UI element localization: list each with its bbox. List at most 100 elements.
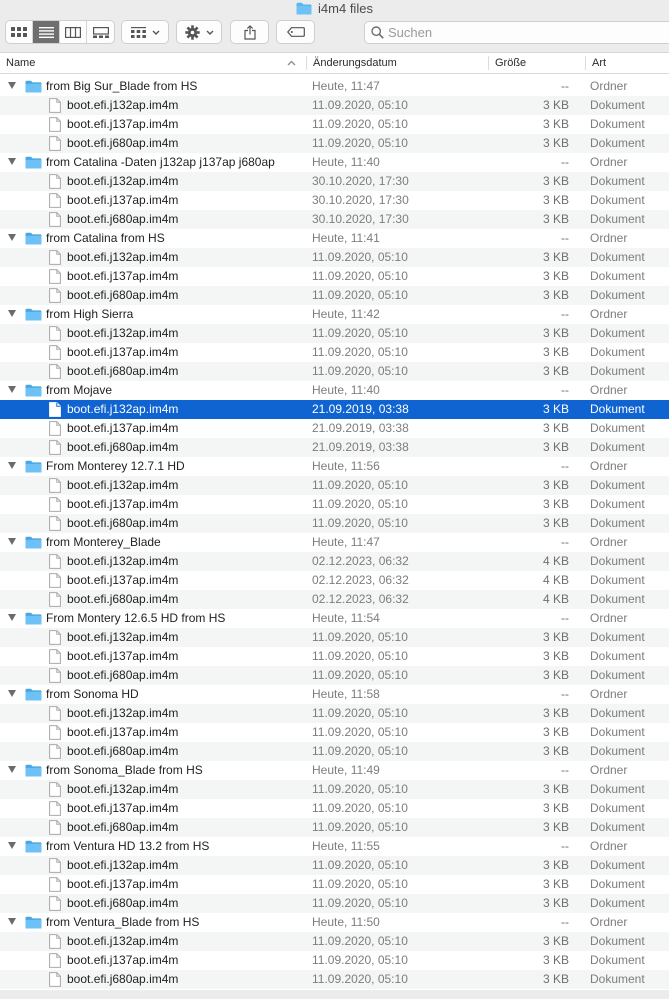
- file-row[interactable]: boot.efi.j680ap.im4m 02.12.2023, 06:32 4 K…: [0, 590, 669, 609]
- folder-row[interactable]: from Ventura HD 13.2 from HS Heute, 11:55…: [0, 837, 669, 856]
- group-by-button[interactable]: [121, 20, 169, 44]
- file-row[interactable]: boot.efi.j680ap.im4m 11.09.2020, 05:10 3 K…: [0, 818, 669, 837]
- document-icon: [49, 269, 61, 284]
- modified-date: 11.09.2020, 05:10: [312, 782, 408, 796]
- column-header-date[interactable]: Änderungsdatum: [307, 53, 487, 73]
- folder-row[interactable]: from High Sierra Heute, 11:42 -- Ordner: [0, 305, 669, 324]
- column-header-size[interactable]: Größe: [489, 53, 584, 73]
- file-row[interactable]: boot.efi.j680ap.im4m 11.09.2020, 05:10 3 K…: [0, 894, 669, 913]
- document-icon: [49, 649, 61, 664]
- disclosure-triangle-icon[interactable]: [8, 234, 16, 241]
- file-row[interactable]: boot.efi.j132ap.im4m 11.09.2020, 05:10 3 K…: [0, 96, 669, 115]
- icon-view-button[interactable]: [6, 21, 33, 43]
- file-row[interactable]: boot.efi.j137ap.im4m 11.09.2020, 05:10 3 K…: [0, 267, 669, 286]
- modified-date: Heute, 11:41: [312, 231, 380, 245]
- file-row[interactable]: boot.efi.j680ap.im4m 11.09.2020, 05:10 3 K…: [0, 514, 669, 533]
- file-row[interactable]: boot.efi.j680ap.im4m 11.09.2020, 05:10 3 K…: [0, 742, 669, 761]
- file-size: 3 KB: [542, 174, 569, 188]
- folder-row[interactable]: from Mojave Heute, 11:40 -- Ordner: [0, 381, 669, 400]
- file-row[interactable]: boot.efi.j137ap.im4m 11.09.2020, 05:10 3 K…: [0, 951, 669, 970]
- file-kind: Dokument: [590, 573, 645, 587]
- document-icon: [49, 497, 61, 512]
- file-row[interactable]: boot.efi.j132ap.im4m 11.09.2020, 05:10 3 K…: [0, 704, 669, 723]
- file-row[interactable]: boot.efi.j132ap.im4m 30.10.2020, 17:30 3 K…: [0, 172, 669, 191]
- file-row[interactable]: boot.efi.j680ap.im4m 11.09.2020, 05:10 3 K…: [0, 970, 669, 989]
- file-size: --: [561, 307, 569, 321]
- file-name: boot.efi.j137ap.im4m: [67, 117, 179, 131]
- file-row[interactable]: boot.efi.j137ap.im4m 11.09.2020, 05:10 3 K…: [0, 495, 669, 514]
- column-header-name[interactable]: Name: [0, 53, 303, 73]
- file-row[interactable]: boot.efi.j132ap.im4m 11.09.2020, 05:10 3 K…: [0, 932, 669, 951]
- file-size: --: [561, 79, 569, 93]
- file-row[interactable]: boot.efi.j137ap.im4m 21.09.2019, 03:38 3 K…: [0, 419, 669, 438]
- file-size: 3 KB: [542, 326, 569, 340]
- disclosure-triangle-icon[interactable]: [8, 538, 16, 545]
- file-row[interactable]: boot.efi.j680ap.im4m 11.09.2020, 05:10 3 K…: [0, 362, 669, 381]
- file-row[interactable]: boot.efi.j680ap.im4m 30.10.2020, 17:30 3 K…: [0, 210, 669, 229]
- sort-ascending-icon: [287, 60, 296, 66]
- folder-row[interactable]: from Monterey_Blade Heute, 11:47 -- Ordner: [0, 533, 669, 552]
- folder-row[interactable]: From Montery 12.6.5 HD from HS Heute, 11:…: [0, 609, 669, 628]
- folder-row[interactable]: from Sonoma HD Heute, 11:58 -- Ordner: [0, 685, 669, 704]
- modified-date: Heute, 11:56: [312, 459, 380, 473]
- file-kind: Dokument: [590, 345, 645, 359]
- file-size: 3 KB: [542, 345, 569, 359]
- disclosure-triangle-icon[interactable]: [8, 766, 16, 773]
- file-row[interactable]: boot.efi.j680ap.im4m 21.09.2019, 03:38 3 K…: [0, 438, 669, 457]
- disclosure-triangle-icon[interactable]: [8, 386, 16, 393]
- file-row[interactable]: boot.efi.j132ap.im4m 21.09.2019, 03:38 3 K…: [0, 400, 669, 419]
- toolbar: i4m4 files: [0, 0, 669, 53]
- disclosure-triangle-icon[interactable]: [8, 842, 16, 849]
- file-row[interactable]: boot.efi.j132ap.im4m 02.12.2023, 06:32 4 K…: [0, 552, 669, 571]
- file-row[interactable]: boot.efi.j132ap.im4m 11.09.2020, 05:10 3 K…: [0, 476, 669, 495]
- search-field[interactable]: [364, 21, 669, 44]
- file-row[interactable]: boot.efi.j137ap.im4m 30.10.2020, 17:30 3 K…: [0, 191, 669, 210]
- disclosure-triangle-icon[interactable]: [8, 462, 16, 469]
- file-row[interactable]: boot.efi.j132ap.im4m 11.09.2020, 05:10 3 K…: [0, 856, 669, 875]
- document-icon: [49, 250, 61, 265]
- file-row[interactable]: boot.efi.j680ap.im4m 11.09.2020, 05:10 3 K…: [0, 134, 669, 153]
- column-header-kind[interactable]: Art: [586, 53, 669, 73]
- file-row[interactable]: boot.efi.j137ap.im4m 11.09.2020, 05:10 3 K…: [0, 799, 669, 818]
- column-view-button[interactable]: [60, 21, 87, 43]
- file-name: boot.efi.j680ap.im4m: [67, 516, 179, 530]
- folder-row[interactable]: from Sonoma_Blade from HS Heute, 11:49 -- O…: [0, 761, 669, 780]
- file-kind: Dokument: [590, 877, 645, 891]
- file-row[interactable]: boot.efi.j680ap.im4m 11.09.2020, 05:10 3 K…: [0, 286, 669, 305]
- disclosure-triangle-icon[interactable]: [8, 918, 16, 925]
- disclosure-triangle-icon[interactable]: [8, 614, 16, 621]
- file-row[interactable]: boot.efi.j137ap.im4m 11.09.2020, 05:10 3 K…: [0, 875, 669, 894]
- tag-button[interactable]: [276, 20, 315, 44]
- file-row[interactable]: boot.efi.j132ap.im4m 11.09.2020, 05:10 3 K…: [0, 248, 669, 267]
- file-row[interactable]: boot.efi.j132ap.im4m 11.09.2020, 05:10 3 K…: [0, 628, 669, 647]
- file-row[interactable]: boot.efi.j137ap.im4m 11.09.2020, 05:10 3 K…: [0, 115, 669, 134]
- file-name: boot.efi.j680ap.im4m: [67, 668, 179, 682]
- folder-row[interactable]: From Monterey 12.7.1 HD Heute, 11:56 -- Ord…: [0, 457, 669, 476]
- folder-row[interactable]: from Catalina -Daten j132ap j137ap j680a…: [0, 153, 669, 172]
- action-menu-button[interactable]: [176, 20, 222, 44]
- list-view-button[interactable]: [33, 21, 60, 43]
- file-name: boot.efi.j680ap.im4m: [67, 136, 179, 150]
- disclosure-triangle-icon[interactable]: [8, 690, 16, 697]
- disclosure-triangle-icon[interactable]: [8, 310, 16, 317]
- file-row[interactable]: boot.efi.j132ap.im4m 11.09.2020, 05:10 3 K…: [0, 780, 669, 799]
- disclosure-triangle-icon[interactable]: [8, 158, 16, 165]
- file-row[interactable]: boot.efi.j132ap.im4m 11.09.2020, 05:10 3 K…: [0, 324, 669, 343]
- file-row[interactable]: boot.efi.j137ap.im4m 11.09.2020, 05:10 3 K…: [0, 647, 669, 666]
- file-row[interactable]: boot.efi.j137ap.im4m 11.09.2020, 05:10 3 K…: [0, 343, 669, 362]
- folder-row[interactable]: from Ventura_Blade from HS Heute, 11:50 --…: [0, 913, 669, 932]
- file-row[interactable]: boot.efi.j137ap.im4m 11.09.2020, 05:10 3 K…: [0, 723, 669, 742]
- file-size: --: [561, 535, 569, 549]
- file-row[interactable]: boot.efi.j680ap.im4m 11.09.2020, 05:10 3 K…: [0, 666, 669, 685]
- folder-row[interactable]: from Catalina from HS Heute, 11:41 -- Ordne…: [0, 229, 669, 248]
- folder-row[interactable]: from Big Sur_Blade from HS Heute, 11:47 --…: [0, 77, 669, 96]
- document-icon: [49, 630, 61, 645]
- file-size: --: [561, 231, 569, 245]
- gallery-view-button[interactable]: [87, 21, 114, 43]
- disclosure-triangle-icon[interactable]: [8, 82, 16, 89]
- view-mode-switcher: [5, 20, 115, 44]
- file-row[interactable]: boot.efi.j137ap.im4m 02.12.2023, 06:32 4 K…: [0, 571, 669, 590]
- share-button[interactable]: [230, 20, 269, 44]
- search-input[interactable]: [388, 25, 648, 40]
- file-name: boot.efi.j132ap.im4m: [67, 858, 179, 872]
